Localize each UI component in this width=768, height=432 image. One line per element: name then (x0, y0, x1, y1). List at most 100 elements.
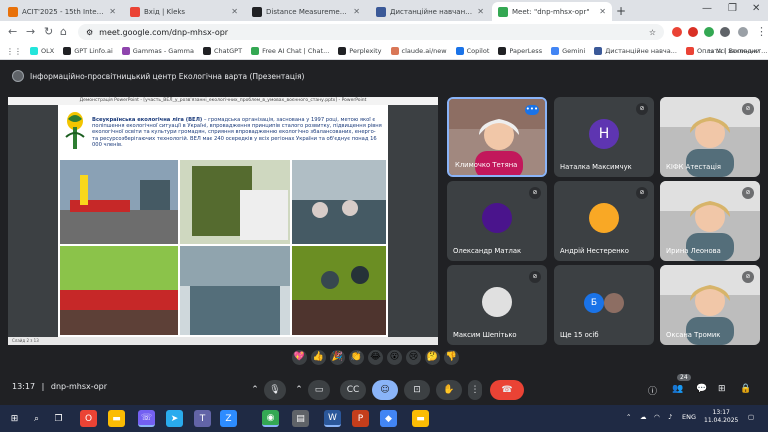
bookmark-favicon-icon (63, 47, 72, 55)
notifications-icon[interactable]: ▢ (748, 413, 754, 421)
new-tab-button[interactable]: + (616, 4, 626, 18)
host-controls-icon[interactable]: 🔒 (740, 384, 751, 394)
extension-icon[interactable] (688, 27, 698, 37)
browser-tab[interactable]: Meet: "dnp-mhsx-opr" ✕ (492, 2, 612, 21)
captions-button[interactable]: CC (340, 380, 366, 400)
bookmark-item[interactable]: claude.ai/new (390, 47, 447, 55)
minimize-icon[interactable]: — (702, 3, 712, 14)
participant-tile[interactable]: Б Ще 15 осіб (554, 265, 654, 345)
home-icon[interactable]: ⌂ (60, 25, 67, 38)
bookmark-item[interactable]: Perplexity (338, 47, 382, 55)
bookmark-item[interactable]: Free AI Chat | Chat... (251, 47, 329, 55)
more-options-button[interactable]: ⋮ (468, 380, 482, 400)
participant-tile[interactable]: Оксана Тромик ⊘ (660, 265, 760, 345)
present-button[interactable]: ⊡ (404, 380, 430, 400)
reaction-emoji-button[interactable]: 🤔 (425, 350, 440, 365)
bookmark-item[interactable]: Дистанційне навча... (594, 47, 677, 55)
search-icon[interactable]: ⌕ (28, 410, 45, 427)
forward-icon[interactable]: → (26, 25, 35, 38)
telegram-icon[interactable]: ➤ (166, 410, 183, 427)
raise-hand-button[interactable]: ✋ (436, 380, 462, 400)
file-explorer-icon[interactable]: ▬ (108, 410, 125, 427)
participant-tile[interactable]: Н Наталка Максимчук ⊘ (554, 97, 654, 177)
camera-options-icon[interactable]: ⌃ (292, 380, 306, 400)
powerpoint-icon[interactable]: P (352, 410, 369, 427)
tab-title: Вхід | Kleks (144, 7, 186, 16)
bookmark-item[interactable]: PaperLess (498, 47, 542, 55)
close-window-icon[interactable]: ✕ (752, 3, 760, 14)
reaction-emoji-button[interactable]: 😂 (368, 350, 383, 365)
chrome-icon[interactable]: ◉ (262, 410, 279, 427)
task-view-icon[interactable]: ❐ (50, 410, 67, 427)
address-bar[interactable]: ⚙ meet.google.com/dnp-mhsx-opr ☆ (78, 24, 664, 40)
close-tab-icon[interactable]: ✕ (477, 7, 484, 16)
windows-start-icon[interactable]: ⊞ (6, 410, 23, 427)
participant-tile[interactable]: Максим Шепітько ⊘ (447, 265, 547, 345)
profile-avatar[interactable] (738, 27, 748, 37)
browser-tab[interactable]: Вхід | Kleks ✕ (124, 2, 244, 21)
reaction-emoji-button[interactable]: 👍 (311, 350, 326, 365)
meeting-details-icon[interactable]: ⓘ (648, 384, 657, 397)
bookmark-label: OLX (41, 47, 55, 55)
reaction-emoji-button[interactable]: 👎 (444, 350, 459, 365)
mic-button[interactable]: 🎙 (264, 380, 286, 400)
volume-icon[interactable]: ♪ (668, 413, 672, 421)
close-tab-icon[interactable]: ✕ (599, 7, 606, 16)
participant-tile[interactable]: Климочко Тетяна ••• (447, 97, 547, 177)
bookmark-item[interactable]: ChatGPT (202, 47, 242, 55)
apps-icon[interactable]: ⋮⋮ (6, 47, 22, 56)
viber-icon[interactable]: ☏ (138, 410, 155, 427)
extension-icon[interactable] (704, 27, 714, 37)
browser-tab[interactable]: Distance Measurement using A ✕ (246, 2, 366, 21)
maximize-icon[interactable]: ❐ (728, 3, 737, 14)
slide-heading: Всеукраїнська екологічна ліга (ВЕЛ) (92, 117, 203, 123)
participant-tile[interactable]: Ирина Леонова ⊘ (660, 181, 760, 261)
reaction-emoji-button[interactable]: 🎉 (330, 350, 345, 365)
extension-icon[interactable] (672, 27, 682, 37)
zoom-icon[interactable]: Z (220, 410, 237, 427)
teams-icon[interactable]: T (194, 410, 211, 427)
reaction-emoji-button[interactable]: 👏 (349, 350, 364, 365)
reload-icon[interactable]: ↻ (44, 25, 53, 38)
close-tab-icon[interactable]: ✕ (231, 7, 238, 16)
onedrive-icon[interactable]: ☁ (640, 413, 647, 421)
browser-tab[interactable]: Дистанційне навчання в ВСП✕ (370, 2, 490, 21)
extensions-puzzle-icon[interactable] (720, 27, 730, 37)
browser-menu-icon[interactable]: ⋮ (756, 25, 767, 38)
opera-icon[interactable]: O (80, 410, 97, 427)
chat-icon[interactable]: 💬 (696, 384, 707, 394)
bookmark-item[interactable]: GPT Linfo.ai (63, 47, 113, 55)
app-icon[interactable]: ▤ (292, 410, 309, 427)
bookmark-item[interactable]: Gemini (551, 47, 585, 55)
app-icon[interactable]: ◆ (380, 410, 397, 427)
shared-screen[interactable]: Демонстрація PowerPoint - [участь_ВЕЛ_у_… (8, 97, 438, 345)
participant-tile[interactable]: Олександр Матлак ⊘ (447, 181, 547, 261)
close-tab-icon[interactable]: ✕ (109, 7, 116, 16)
bookmark-item[interactable]: OLX (30, 47, 54, 55)
word-icon[interactable]: W (324, 410, 341, 427)
reaction-emoji-button[interactable]: 😮 (387, 350, 402, 365)
participant-tile[interactable]: Андрій Нестеренко ⊘ (554, 181, 654, 261)
participant-tile[interactable]: КІФК Атестація ⊘ (660, 97, 760, 177)
mic-options-icon[interactable]: ⌃ (248, 380, 262, 400)
bookmark-item[interactable]: Gammas - Gamma (121, 47, 194, 55)
leave-call-button[interactable]: ☎ (490, 380, 524, 400)
site-info-icon[interactable]: ⚙ (86, 28, 93, 37)
reactions-button[interactable]: ☺ (372, 380, 398, 400)
tray-chevron-icon[interactable]: ⌃ (626, 413, 631, 421)
close-tab-icon[interactable]: ✕ (353, 7, 360, 16)
network-icon[interactable]: ◠ (654, 413, 660, 421)
people-icon[interactable]: 👥 (672, 384, 683, 394)
reaction-emoji-button[interactable]: 😢 (406, 350, 421, 365)
all-bookmarks-button[interactable]: ▭ Усі закладки (707, 47, 760, 55)
system-clock[interactable]: 13:17 11.04.2025 (704, 409, 738, 425)
bookmark-star-icon[interactable]: ☆ (649, 28, 656, 37)
folder-icon[interactable]: ▬ (412, 410, 429, 427)
back-icon[interactable]: ← (8, 25, 17, 38)
bookmark-item[interactable]: Copilot (455, 47, 489, 55)
activities-icon[interactable]: ⊞ (718, 384, 726, 394)
camera-button[interactable]: ▭ (308, 380, 330, 400)
reaction-emoji-button[interactable]: 💖 (292, 350, 307, 365)
language-indicator[interactable]: ENG (682, 413, 696, 421)
browser-tab[interactable]: АСІТ'2025 - 15th International Sc ✕ (2, 2, 122, 21)
